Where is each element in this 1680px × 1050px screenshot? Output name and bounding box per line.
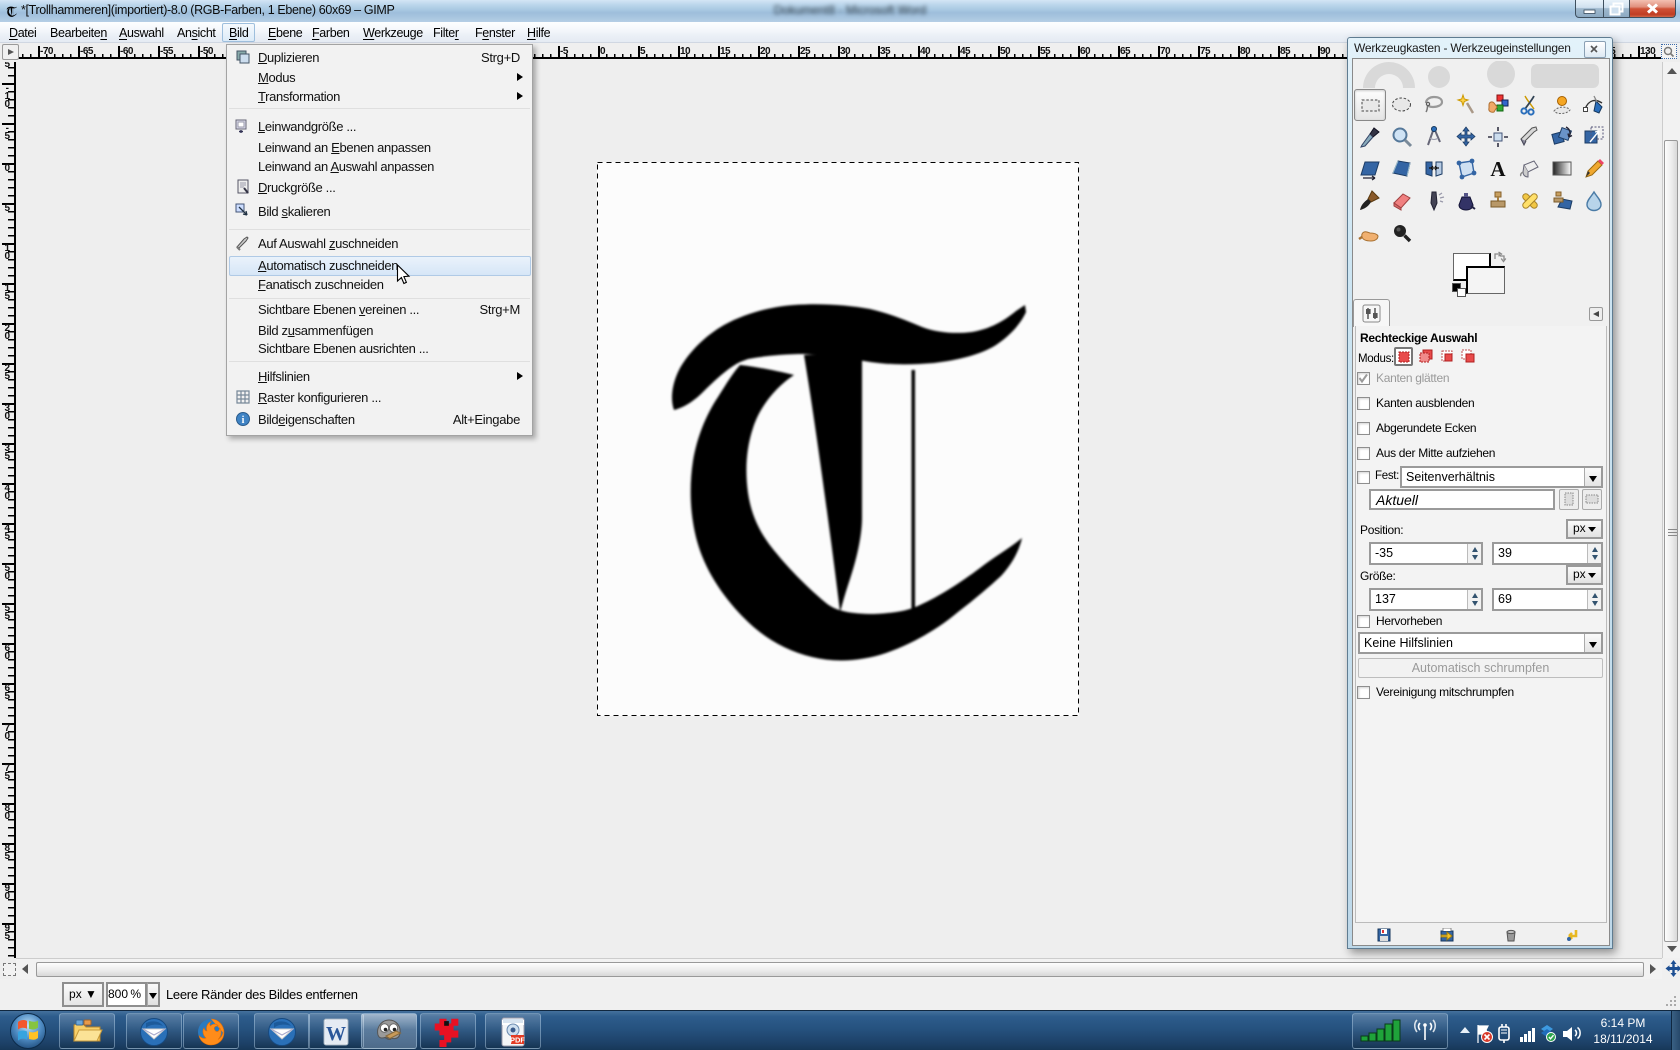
svg-text:A: A xyxy=(1490,157,1506,181)
svg-text:i: i xyxy=(242,415,245,426)
svg-text:PDF: PDF xyxy=(510,1036,525,1045)
svg-text:W: W xyxy=(326,1023,346,1045)
